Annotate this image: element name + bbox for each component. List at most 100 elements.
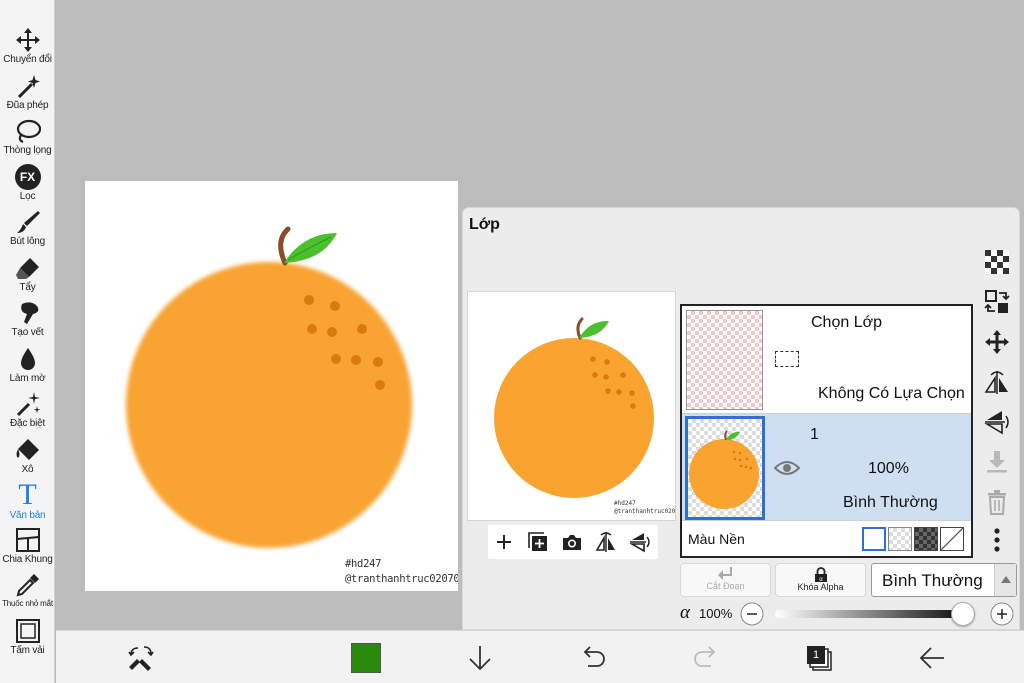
tool-canvas[interactable]: Tấm vải: [0, 618, 55, 662]
opacity-slider[interactable]: [775, 602, 975, 626]
smudge-icon: [20, 302, 38, 324]
lock-icon: α: [814, 567, 827, 582]
orange-artwork: [126, 226, 412, 548]
trash-icon[interactable]: [983, 488, 1011, 516]
more-options-icon[interactable]: [983, 526, 1011, 554]
bucket-icon: [16, 439, 39, 460]
background-white-swatch[interactable]: [862, 527, 886, 551]
special-icon: [16, 392, 40, 417]
layer-name: 1: [810, 426, 819, 443]
background-dark-checker-swatch[interactable]: [914, 527, 938, 551]
tool-label: Lọc: [19, 191, 36, 202]
text-icon: T: [18, 478, 37, 511]
tool-frame-divider[interactable]: Chia Khung: [0, 527, 55, 571]
preview-signature-handle: @tranthanhtruc020709: [614, 508, 676, 515]
opacity-value: 100%: [699, 606, 733, 621]
canvas-preview: #hd247 @tranthanhtruc020709: [467, 291, 676, 521]
clipping-label: Cắt Đoạn: [706, 581, 745, 591]
tool-label: Chia Khung: [2, 554, 53, 565]
preview-actions: [488, 525, 658, 559]
merge-down-icon[interactable]: [983, 448, 1011, 476]
alpha-lock-label: Khóa Alpha: [797, 582, 844, 592]
camera-icon[interactable]: [560, 530, 584, 554]
preview-artwork: [494, 317, 654, 498]
canvas-icon: [15, 619, 40, 643]
clip-arrow-icon: [717, 567, 732, 580]
blend-mode-toggle[interactable]: [994, 564, 1016, 596]
alpha-lock-button[interactable]: α Khóa Alpha: [775, 563, 866, 597]
blend-mode-select[interactable]: Bình Thường: [871, 563, 1017, 597]
layer-blend-mode: Bình Thường: [843, 494, 938, 511]
signature-handle: @tranthanhtruc020709: [345, 573, 458, 585]
current-color-swatch[interactable]: [351, 643, 381, 673]
tool-label: Làm mờ: [9, 373, 46, 384]
tool-special[interactable]: Đặc biệt: [0, 391, 55, 435]
tool-transform[interactable]: Chuyển đổi: [0, 27, 55, 71]
redo-icon[interactable]: [691, 643, 721, 673]
brush-icon: [16, 211, 40, 233]
flip-vertical-icon[interactable]: [628, 530, 652, 554]
selection-marquee-icon: [775, 351, 799, 367]
opacity-slider-knob[interactable]: [951, 602, 975, 626]
layer-thumbnail-artwork: [689, 430, 759, 509]
drawing-canvas[interactable]: #hd247 @tranthanhtruc020709: [85, 181, 458, 591]
move-icon: [15, 28, 40, 52]
back-arrow-icon[interactable]: [917, 643, 947, 673]
chevron-up-icon: [1001, 576, 1011, 583]
tool-magic-wand[interactable]: Đũa phép: [0, 73, 55, 117]
add-layer-icon[interactable]: [492, 530, 516, 554]
arrow-down-icon[interactable]: [465, 643, 495, 673]
visibility-eye-icon[interactable]: [774, 460, 800, 476]
tool-smudge[interactable]: Tạo vết: [0, 300, 55, 344]
tool-label: Thuốc nhỏ mắt: [2, 599, 53, 608]
layer-tools-column: [978, 238, 1016, 558]
blend-mode-value: Bình Thường: [882, 571, 983, 590]
bottom-bar: 1: [56, 630, 1024, 683]
layer-list: Chọn Lớp Không Có Lựa Chọn 1 100% Bình T…: [680, 304, 973, 558]
layer-swap-icon[interactable]: [983, 288, 1011, 316]
tool-brush[interactable]: Bút lông: [0, 209, 55, 253]
tool-label: Tấm vải: [10, 645, 45, 656]
layer-row-1[interactable]: 1 100% Bình Thường: [682, 414, 971, 520]
selection-layer-thumbnail: [686, 310, 763, 410]
preview-signature-hashtag: #hd247: [614, 500, 636, 507]
background-row[interactable]: Màu Nền: [682, 520, 971, 556]
move-layer-icon[interactable]: [983, 328, 1011, 356]
frame-divider-icon: [15, 528, 40, 552]
layer-count: 1: [812, 649, 820, 661]
tool-eyedropper[interactable]: Thuốc nhỏ mắt: [0, 572, 55, 616]
brush-eraser-swap-icon[interactable]: [126, 643, 156, 673]
layers-button[interactable]: 1: [804, 643, 834, 673]
tool-eraser[interactable]: Tẩy: [0, 255, 55, 299]
layer-thumbnail: [685, 416, 765, 520]
lasso-icon: [16, 119, 41, 144]
background-none-swatch[interactable]: [940, 527, 964, 551]
opacity-increase-button[interactable]: [990, 602, 1014, 626]
tool-filter[interactable]: FX Lọc: [0, 164, 55, 208]
tool-label: Bút lông: [9, 236, 46, 247]
layer-panel: Lớp #hd247 @tranthanhtruc020709: [462, 207, 1020, 630]
tool-label: Chuyển đổi: [3, 54, 52, 65]
tool-label: Xô: [21, 464, 34, 475]
flip-layer-vertical-icon[interactable]: [983, 408, 1011, 436]
tool-blur[interactable]: Làm mờ: [0, 346, 55, 390]
selection-layer-title: Chọn Lớp: [811, 314, 882, 331]
flip-layer-horizontal-icon[interactable]: [983, 368, 1011, 396]
alpha-symbol: α: [680, 602, 690, 623]
eyedropper-icon: [16, 574, 39, 597]
add-layer-copy-icon[interactable]: [526, 530, 550, 554]
opacity-decrease-button[interactable]: [740, 602, 764, 626]
tool-bucket[interactable]: Xô: [0, 437, 55, 481]
undo-icon[interactable]: [578, 643, 608, 673]
checker-pattern-icon[interactable]: [983, 248, 1011, 276]
fx-icon: FX: [14, 164, 41, 190]
tool-text[interactable]: T Văn bản: [0, 478, 55, 525]
tool-label: Tẩy: [19, 282, 36, 293]
selection-layer-row[interactable]: Chọn Lớp Không Có Lựa Chọn: [682, 306, 971, 414]
tool-label: Đũa phép: [6, 100, 49, 111]
layer-opacity: 100%: [868, 460, 909, 477]
tool-lasso[interactable]: Thòng lọng: [0, 118, 55, 162]
clipping-button[interactable]: Cắt Đoạn: [680, 563, 771, 597]
background-transparent-swatch[interactable]: [888, 527, 912, 551]
flip-horizontal-icon[interactable]: [594, 530, 618, 554]
